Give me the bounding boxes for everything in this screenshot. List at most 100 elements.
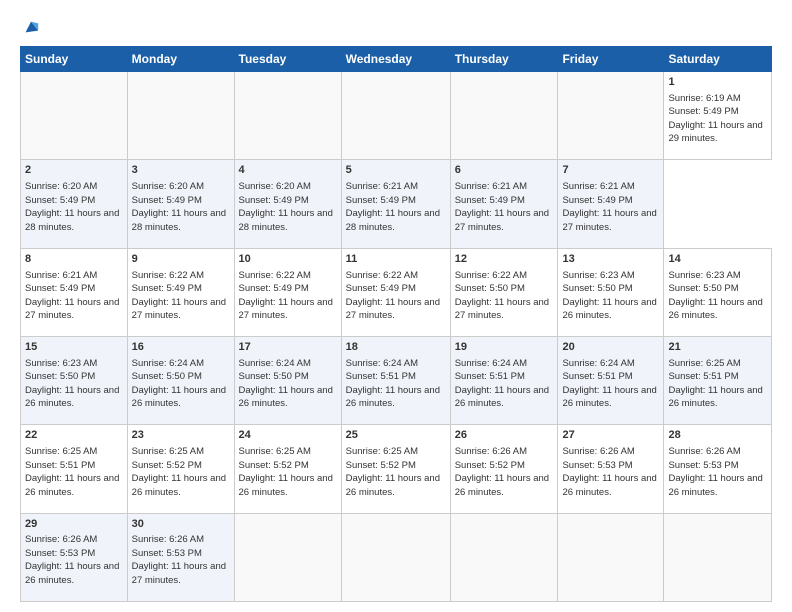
day-number: 6 (455, 163, 554, 178)
day-info: Sunrise: 6:24 AMSunset: 5:51 PMDaylight:… (455, 358, 549, 410)
day-number: 8 (25, 252, 123, 267)
empty-cell (450, 513, 558, 601)
day-info: Sunrise: 6:19 AMSunset: 5:49 PMDaylight:… (668, 93, 762, 145)
logo (20, 18, 40, 36)
day-info: Sunrise: 6:26 AMSunset: 5:53 PMDaylight:… (132, 534, 226, 586)
calendar-day-cell: 28 Sunrise: 6:26 AMSunset: 5:53 PMDayligh… (664, 425, 772, 513)
calendar-day-cell: 13Sunrise: 6:23 AMSunset: 5:50 PMDayligh… (558, 248, 664, 336)
empty-cell (558, 72, 664, 160)
day-info: Sunrise: 6:24 AMSunset: 5:51 PMDaylight:… (346, 358, 440, 410)
day-number: 5 (346, 163, 446, 178)
day-info: Sunrise: 6:22 AMSunset: 5:49 PMDaylight:… (346, 270, 440, 322)
day-of-week-header: Friday (558, 47, 664, 72)
header (20, 18, 772, 36)
day-info: Sunrise: 6:26 AMSunset: 5:53 PMDaylight:… (668, 446, 762, 498)
day-info: Sunrise: 6:24 AMSunset: 5:50 PMDaylight:… (239, 358, 333, 410)
calendar-week-row: 1 Sunrise: 6:19 AMSunset: 5:49 PMDaylight… (21, 72, 772, 160)
calendar-day-cell: 17 Sunrise: 6:24 AMSunset: 5:50 PMDayligh… (234, 336, 341, 424)
day-info: Sunrise: 6:26 AMSunset: 5:53 PMDaylight:… (25, 534, 119, 586)
calendar-day-cell: 7 Sunrise: 6:21 AMSunset: 5:49 PMDaylight… (558, 160, 664, 248)
calendar-day-cell: 22 Sunrise: 6:25 AMSunset: 5:51 PMDayligh… (21, 425, 128, 513)
day-number: 18 (346, 340, 446, 355)
day-number: 3 (132, 163, 230, 178)
calendar-day-cell: 16 Sunrise: 6:24 AMSunset: 5:50 PMDayligh… (127, 336, 234, 424)
day-number: 25 (346, 428, 446, 443)
day-info: Sunrise: 6:21 AMSunset: 5:49 PMDaylight:… (455, 181, 549, 233)
day-number: 17 (239, 340, 337, 355)
day-info: Sunrise: 6:20 AMSunset: 5:49 PMDaylight:… (239, 181, 333, 233)
page: SundayMondayTuesdayWednesdayThursdayFrid… (0, 0, 792, 612)
day-info: Sunrise: 6:25 AMSunset: 5:51 PMDaylight:… (25, 446, 119, 498)
day-number: 21 (668, 340, 767, 355)
day-number: 23 (132, 428, 230, 443)
calendar-day-cell: 11 Sunrise: 6:22 AMSunset: 5:49 PMDayligh… (341, 248, 450, 336)
day-number: 4 (239, 163, 337, 178)
calendar-day-cell: 4 Sunrise: 6:20 AMSunset: 5:49 PMDaylight… (234, 160, 341, 248)
day-info: Sunrise: 6:20 AMSunset: 5:49 PMDaylight:… (132, 181, 226, 233)
day-of-week-header: Sunday (21, 47, 128, 72)
calendar-day-cell: 20 Sunrise: 6:24 AMSunset: 5:51 PMDayligh… (558, 336, 664, 424)
calendar-day-cell: 2Sunrise: 6:20 AMSunset: 5:49 PMDaylight… (21, 160, 128, 248)
empty-cell (341, 72, 450, 160)
day-number: 27 (562, 428, 659, 443)
day-number: 29 (25, 517, 123, 532)
calendar-day-cell: 30Sunrise: 6:26 AMSunset: 5:53 PMDayligh… (127, 513, 234, 601)
day-of-week-header: Wednesday (341, 47, 450, 72)
day-of-week-header: Monday (127, 47, 234, 72)
empty-cell (341, 513, 450, 601)
calendar-day-cell: 5 Sunrise: 6:21 AMSunset: 5:49 PMDaylight… (341, 160, 450, 248)
day-info: Sunrise: 6:24 AMSunset: 5:50 PMDaylight:… (132, 358, 226, 410)
day-info: Sunrise: 6:22 AMSunset: 5:49 PMDaylight:… (239, 270, 333, 322)
calendar-day-cell: 29 Sunrise: 6:26 AMSunset: 5:53 PMDayligh… (21, 513, 128, 601)
calendar-day-cell: 24Sunrise: 6:25 AMSunset: 5:52 PMDayligh… (234, 425, 341, 513)
day-info: Sunrise: 6:26 AMSunset: 5:52 PMDaylight:… (455, 446, 549, 498)
day-number: 11 (346, 252, 446, 267)
day-number: 9 (132, 252, 230, 267)
empty-cell (450, 72, 558, 160)
day-number: 26 (455, 428, 554, 443)
day-info: Sunrise: 6:24 AMSunset: 5:51 PMDaylight:… (562, 358, 656, 410)
calendar-day-cell: 21 Sunrise: 6:25 AMSunset: 5:51 PMDayligh… (664, 336, 772, 424)
calendar-day-cell: 10 Sunrise: 6:22 AMSunset: 5:49 PMDayligh… (234, 248, 341, 336)
day-info: Sunrise: 6:20 AMSunset: 5:49 PMDaylight:… (25, 181, 119, 233)
empty-cell (127, 72, 234, 160)
calendar-week-row: 22 Sunrise: 6:25 AMSunset: 5:51 PMDayligh… (21, 425, 772, 513)
calendar-header-row: SundayMondayTuesdayWednesdayThursdayFrid… (21, 47, 772, 72)
day-number: 28 (668, 428, 767, 443)
calendar-table: SundayMondayTuesdayWednesdayThursdayFrid… (20, 46, 772, 602)
calendar-week-row: 2Sunrise: 6:20 AMSunset: 5:49 PMDaylight… (21, 160, 772, 248)
day-info: Sunrise: 6:23 AMSunset: 5:50 PMDaylight:… (668, 270, 762, 322)
empty-cell (558, 513, 664, 601)
day-number: 20 (562, 340, 659, 355)
day-number: 19 (455, 340, 554, 355)
day-info: Sunrise: 6:21 AMSunset: 5:49 PMDaylight:… (562, 181, 656, 233)
empty-cell (234, 72, 341, 160)
calendar-week-row: 8Sunrise: 6:21 AMSunset: 5:49 PMDaylight… (21, 248, 772, 336)
day-number: 7 (562, 163, 659, 178)
calendar-day-cell: 12Sunrise: 6:22 AMSunset: 5:50 PMDayligh… (450, 248, 558, 336)
logo-icon (22, 18, 40, 36)
calendar-day-cell: 14 Sunrise: 6:23 AMSunset: 5:50 PMDayligh… (664, 248, 772, 336)
calendar-week-row: 29 Sunrise: 6:26 AMSunset: 5:53 PMDayligh… (21, 513, 772, 601)
day-info: Sunrise: 6:25 AMSunset: 5:52 PMDaylight:… (346, 446, 440, 498)
day-info: Sunrise: 6:25 AMSunset: 5:52 PMDaylight:… (239, 446, 333, 498)
empty-cell (234, 513, 341, 601)
day-info: Sunrise: 6:23 AMSunset: 5:50 PMDaylight:… (562, 270, 656, 322)
day-of-week-header: Saturday (664, 47, 772, 72)
day-info: Sunrise: 6:26 AMSunset: 5:53 PMDaylight:… (562, 446, 656, 498)
calendar-day-cell: 27 Sunrise: 6:26 AMSunset: 5:53 PMDayligh… (558, 425, 664, 513)
day-number: 1 (668, 75, 767, 90)
day-info: Sunrise: 6:25 AMSunset: 5:51 PMDaylight:… (668, 358, 762, 410)
day-info: Sunrise: 6:22 AMSunset: 5:49 PMDaylight:… (132, 270, 226, 322)
empty-cell (21, 72, 128, 160)
day-number: 16 (132, 340, 230, 355)
day-info: Sunrise: 6:21 AMSunset: 5:49 PMDaylight:… (346, 181, 440, 233)
day-number: 10 (239, 252, 337, 267)
day-number: 14 (668, 252, 767, 267)
day-number: 15 (25, 340, 123, 355)
day-number: 22 (25, 428, 123, 443)
calendar-day-cell: 9 Sunrise: 6:22 AMSunset: 5:49 PMDaylight… (127, 248, 234, 336)
day-of-week-header: Thursday (450, 47, 558, 72)
day-info: Sunrise: 6:22 AMSunset: 5:50 PMDaylight:… (455, 270, 549, 322)
calendar-day-cell: 6 Sunrise: 6:21 AMSunset: 5:49 PMDaylight… (450, 160, 558, 248)
